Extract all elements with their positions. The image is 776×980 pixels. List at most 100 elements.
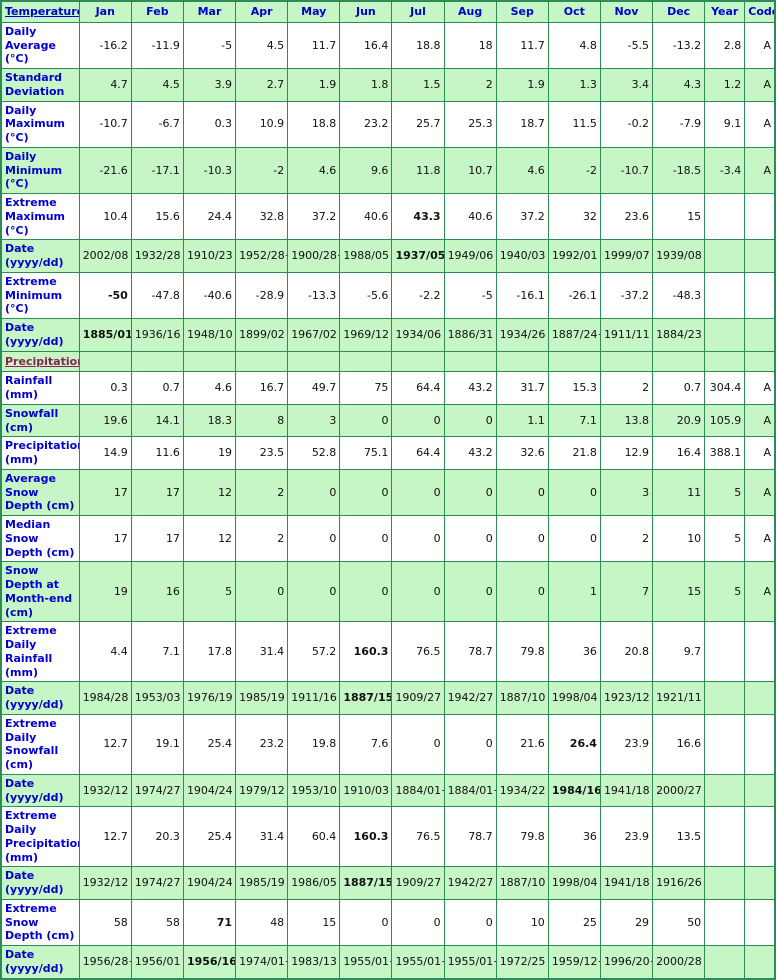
data-cell: 2 [599,514,654,563]
data-cell: 1916/26 [652,866,706,900]
data-cell: 1983/13 [287,945,341,979]
data-cell: 0 [443,403,497,438]
data-cell: 1.9 [495,68,549,102]
data-cell: 0 [495,468,549,517]
data-cell: 15 [287,898,341,947]
column-header-dec: Dec [652,0,706,23]
data-cell: 1887/10 [495,866,549,900]
data-cell: 0.3 [78,371,132,405]
data-cell: 1904/24 [182,773,237,808]
data-cell: -0.2 [599,100,654,148]
column-header-sep: Sep [495,0,549,23]
row-label: Date (yyyy/dd) [0,945,80,979]
section-header-filler [744,350,776,373]
data-cell: 23.9 [599,806,654,868]
table-body: Temperature:JanFebMarAprMayJunJulAugSepO… [0,0,776,979]
data-cell: 1884/01+ [443,773,497,808]
column-header-apr: Apr [235,0,289,23]
data-cell: 0.7 [130,371,184,405]
data-cell: 11.7 [287,21,341,70]
data-cell: 64.4 [391,371,445,405]
data-cell: -10.7 [599,146,654,195]
data-cell: 0 [443,514,497,563]
data-cell: 60.4 [287,806,341,868]
section-header-filler [339,350,393,373]
code-cell [744,192,776,241]
code-cell [744,773,776,808]
data-cell: 0 [547,514,601,563]
data-cell: 1910/03 [339,773,393,808]
data-cell: 10 [495,898,549,947]
section-title-text: Precipitation [5,354,80,368]
data-cell: 25.3 [443,100,497,148]
data-cell: 25.4 [182,713,237,775]
table-row: Date (yyyy/dd) 1932/12 1974/27 1904/24 1979/… [0,773,776,808]
data-cell: 1956/01 [130,945,184,979]
data-cell: 1932/12 [78,773,132,808]
data-cell: 1932/12 [78,866,132,900]
data-cell: 11 [652,468,706,517]
climate-data-table: Temperature:JanFebMarAprMayJunJulAugSepO… [0,0,776,980]
code-cell: A [744,403,776,438]
data-cell: 0 [287,561,341,623]
data-cell: 14.1 [130,403,184,438]
data-cell: 1.9 [287,68,341,102]
data-cell: 21.8 [547,436,601,470]
data-cell: 79.8 [495,621,549,683]
data-cell: 1.2 [704,68,746,102]
row-label: Median Snow Depth (cm) [0,514,80,563]
data-cell: 1886/31 [443,318,497,352]
data-cell [704,681,746,715]
data-cell: 3.4 [599,68,654,102]
table-row: Rainfall (mm) 0.3 0.7 4.6 16.7 49.7 75 64.4 43.2… [0,371,776,405]
row-label: Extreme Minimum (°C) [0,271,80,320]
data-cell: 1934/22 [495,773,549,808]
data-cell: 0 [391,514,445,563]
data-cell: 1942/27 [443,681,497,715]
data-cell: 1998/04 [547,681,601,715]
data-cell: 7.1 [130,621,184,683]
data-cell: 0 [443,561,497,623]
data-cell: 15.3 [547,371,601,405]
section-header-filler [287,350,341,373]
data-cell: -16.2 [78,21,132,70]
data-cell: 4.3 [652,68,706,102]
table-row: Date (yyyy/dd)1956/28+1956/011956/161974… [0,945,776,979]
section-header-filler [443,350,497,373]
data-cell: -13.2 [652,21,706,70]
data-cell [704,239,746,273]
data-cell: 19 [182,436,237,470]
data-cell: 1955/01+ [443,945,497,979]
row-label: Extreme Daily Precipitation (mm) [0,806,80,868]
data-cell: -6.7 [130,100,184,148]
data-cell: 1936/16 [130,318,184,352]
data-cell: 37.2 [287,192,341,241]
data-cell: 1953/10 [287,773,341,808]
data-cell: 2 [235,514,289,563]
column-header-jan: Jan [78,0,132,23]
table-row: Daily Maximum (°C) -10.7 -6.7 0.3 10.9 18.8 23… [0,100,776,148]
data-cell: 7 [599,561,654,623]
section-header-filler [495,350,549,373]
data-cell: 1974/01+ [235,945,289,979]
data-cell: 2 [443,68,497,102]
row-label: Date (yyyy/dd) [0,773,80,808]
data-cell: 1956/28+ [78,945,132,979]
data-cell: 1910/23 [182,239,237,273]
data-cell: 0 [443,898,497,947]
data-cell: 1934/06 [391,318,445,352]
data-cell: 78.7 [443,621,497,683]
data-cell: 160.3 [339,806,393,868]
code-cell [744,681,776,715]
data-cell: 1948/10 [182,318,237,352]
data-cell: 2000/28 [652,945,706,979]
data-cell: 12.9 [599,436,654,470]
data-cell: 1.8 [339,68,393,102]
code-cell: A [744,68,776,102]
data-cell: 0 [287,514,341,563]
data-cell: 10.7 [443,146,497,195]
data-cell: 1887/15 [339,866,393,900]
section-header-filler [652,350,706,373]
data-cell: 40.6 [443,192,497,241]
data-cell [704,806,746,868]
